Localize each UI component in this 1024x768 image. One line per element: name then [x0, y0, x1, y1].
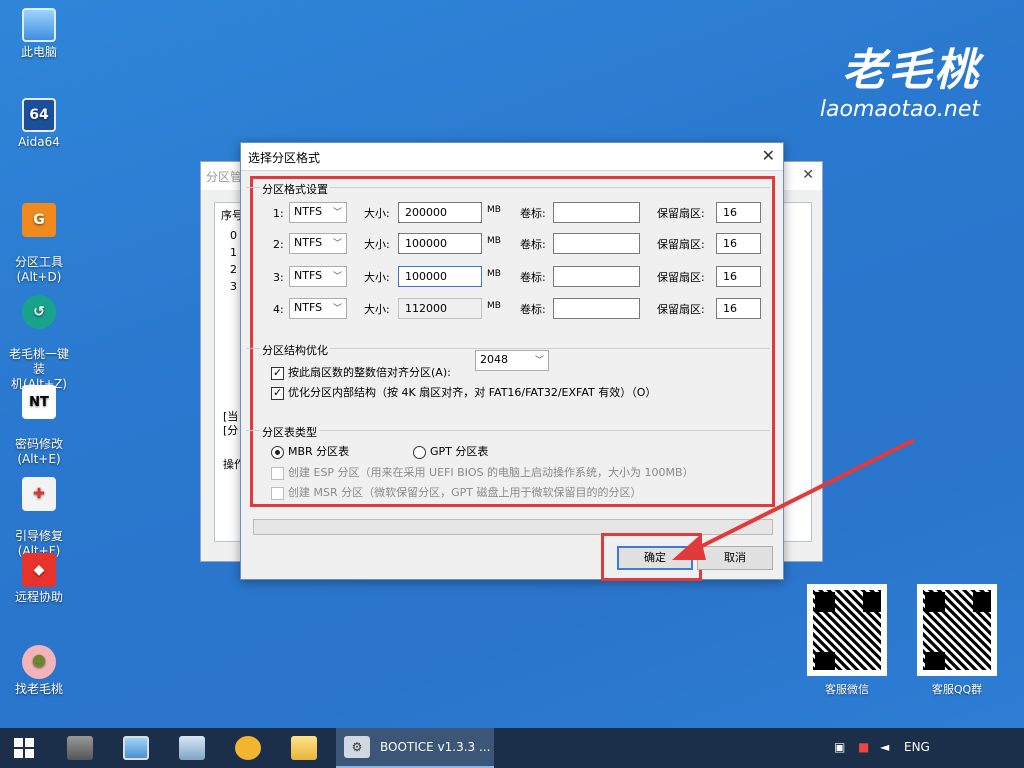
taskbar-computer[interactable]: [116, 728, 156, 768]
arrow-line: [689, 438, 915, 554]
lang-indicator[interactable]: ENG: [904, 740, 930, 754]
network-icon[interactable]: ▣: [834, 740, 845, 754]
keyboard-icon: [179, 736, 205, 760]
monitor-icon: [123, 736, 149, 760]
bootice-icon: ⚙: [344, 736, 370, 758]
chip-icon: [67, 736, 93, 760]
volume-icon[interactable]: ◄: [880, 740, 889, 754]
taskbar-bootice[interactable]: ⚙ BOOTICE v1.3.3 ...: [336, 728, 494, 768]
taskbar: ⚙ BOOTICE v1.3.3 ... ▣ ■ ◄ ENG: [0, 728, 1024, 768]
windows-icon: [14, 738, 34, 758]
task-label: BOOTICE v1.3.3 ...: [380, 740, 491, 754]
arrow-head: [672, 535, 706, 560]
color-icon[interactable]: ■: [858, 740, 869, 754]
start-button[interactable]: [8, 728, 40, 768]
taskbar-chip[interactable]: [60, 728, 100, 768]
folder-icon: [291, 736, 317, 760]
taskbar-explorer[interactable]: [284, 728, 324, 768]
system-tray: ▣ ■ ◄ ENG: [824, 728, 1024, 768]
taskbar-keyboard[interactable]: [172, 728, 212, 768]
annotation-arrow: [672, 438, 915, 560]
magnifier-icon: [235, 736, 261, 760]
taskbar-search[interactable]: [228, 728, 268, 768]
